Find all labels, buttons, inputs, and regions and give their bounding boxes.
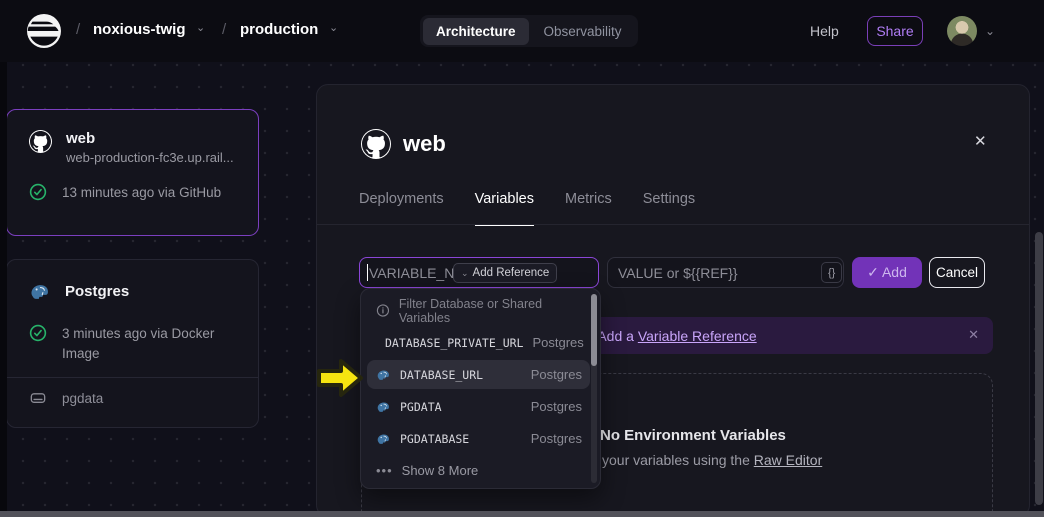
- tab-deployments[interactable]: Deployments: [359, 191, 444, 226]
- banner-text: Add a: [597, 328, 637, 344]
- postgres-icon: [376, 431, 391, 446]
- tab-architecture[interactable]: Architecture: [423, 18, 529, 45]
- braces-icon[interactable]: {}: [821, 262, 842, 283]
- dropdown-filter-hint: Filter Database or Shared Variables: [367, 296, 590, 325]
- ellipsis-icon: •••: [376, 463, 393, 478]
- dropdown-item-pgdatabase[interactable]: PGDATABASE Postgres: [367, 424, 590, 453]
- breadcrumb-environment[interactable]: production: [240, 21, 318, 38]
- chevron-down-icon[interactable]: ⌄: [329, 21, 338, 34]
- raw-editor-link[interactable]: Raw Editor: [754, 452, 822, 468]
- service-card-web[interactable]: web web-production-fc3e.up.rail... 13 mi…: [6, 109, 259, 236]
- github-icon: [29, 130, 52, 153]
- empty-state-title: No Environment Variables: [600, 427, 786, 444]
- service-name: web: [66, 130, 234, 147]
- variable-suggestions-dropdown: Filter Database or Shared Variables DATA…: [360, 288, 601, 489]
- chevron-down-icon[interactable]: ⌄: [196, 21, 205, 34]
- window-bottom-edge: [0, 511, 1044, 517]
- dropdown-item-database-url[interactable]: DATABASE_URL Postgres: [367, 360, 590, 389]
- dropdown-scrollbar-thumb[interactable]: [591, 294, 597, 366]
- close-icon[interactable]: ✕: [974, 132, 987, 150]
- panel-title: web: [403, 131, 446, 157]
- breadcrumb-slash: /: [76, 21, 80, 38]
- variable-value-input[interactable]: [607, 257, 844, 288]
- postgres-icon: [376, 367, 391, 382]
- breadcrumb-slash: /: [222, 21, 226, 38]
- success-check-icon: [29, 324, 47, 342]
- panel-tabs: Deployments Variables Metrics Settings: [359, 191, 695, 226]
- top-bar: / noxious-twig ⌄ / production ⌄ Architec…: [0, 0, 1044, 62]
- tabs-divider: [317, 224, 1029, 225]
- avatar[interactable]: [947, 16, 977, 46]
- dropdown-show-more[interactable]: ••• Show 8 More: [367, 456, 590, 485]
- share-button[interactable]: Share: [867, 16, 923, 46]
- window-scrollbar-thumb[interactable]: [1035, 232, 1043, 505]
- empty-state-text: your variables using the: [602, 452, 754, 468]
- service-name: Postgres: [65, 283, 129, 300]
- view-switcher: Architecture Observability: [420, 15, 638, 47]
- postgres-icon: [29, 280, 51, 302]
- postgres-icon: [376, 399, 391, 414]
- github-icon: [361, 129, 391, 159]
- service-card-postgres[interactable]: Postgres 3 minutes ago via Docker Image …: [6, 259, 259, 428]
- volume-name: pgdata: [62, 391, 103, 406]
- chevron-down-icon[interactable]: ⌄: [985, 24, 995, 38]
- breadcrumb-project[interactable]: noxious-twig: [93, 21, 186, 38]
- cancel-button[interactable]: Cancel: [929, 257, 985, 288]
- railway-logo-icon[interactable]: [26, 13, 62, 49]
- annotation-arrow-icon: [314, 354, 366, 402]
- text-caret: [367, 264, 368, 281]
- close-icon[interactable]: ✕: [968, 327, 979, 343]
- tab-settings[interactable]: Settings: [643, 191, 695, 226]
- help-link[interactable]: Help: [810, 23, 839, 39]
- canvas-left-edge: [0, 62, 7, 517]
- variable-reference-link[interactable]: Variable Reference: [638, 328, 757, 344]
- dropdown-item-database-private-url[interactable]: DATABASE_PRIVATE_URL Postgres: [367, 328, 590, 357]
- success-check-icon: [29, 183, 47, 201]
- add-reference-button[interactable]: ⌄ Add Reference: [453, 263, 557, 283]
- tab-variables[interactable]: Variables: [475, 191, 534, 226]
- chevron-down-icon: ⌄: [461, 268, 469, 279]
- add-button[interactable]: ✓ Add: [852, 257, 922, 288]
- tab-observability[interactable]: Observability: [531, 18, 635, 45]
- info-icon: [376, 303, 390, 318]
- deploy-status: 3 minutes ago via Docker Image: [62, 324, 222, 363]
- tab-metrics[interactable]: Metrics: [565, 191, 612, 226]
- service-domain[interactable]: web-production-fc3e.up.rail...: [66, 150, 234, 165]
- dropdown-item-pgdata[interactable]: PGDATA Postgres: [367, 392, 590, 421]
- deploy-status: 13 minutes ago via GitHub: [62, 183, 221, 203]
- volume-icon: [29, 389, 47, 407]
- check-icon: ✓: [867, 264, 879, 280]
- volume-row[interactable]: pgdata: [7, 377, 258, 419]
